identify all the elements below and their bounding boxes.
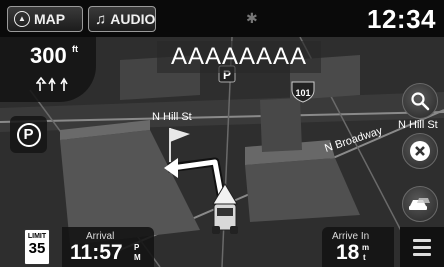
- traffic-button[interactable]: [402, 186, 438, 222]
- bluetooth-icon: ✱: [246, 10, 258, 26]
- maneuver-distance-unit: ft: [72, 44, 78, 54]
- street-label: N Hill St: [398, 119, 438, 131]
- arrival-time-panel[interactable]: Arrival 11:57 P M: [62, 227, 154, 267]
- map-button[interactable]: ▲ MAP: [7, 6, 83, 32]
- street-label: N Hill St: [152, 111, 192, 123]
- audio-button[interactable]: ♫ AUDIO: [88, 6, 156, 32]
- parking-icon: P: [16, 122, 41, 147]
- clock: 12:34: [367, 4, 436, 34]
- status-bar: ▲ MAP ♫ AUDIO ✱ 12:34: [0, 0, 444, 37]
- arrival-time: 11:57: [70, 241, 123, 264]
- cancel-route-icon: [410, 141, 430, 161]
- bottom-bar: LIMIT 35 Arrival 11:57 P M Arrive In 18 …: [0, 227, 444, 267]
- maneuver-distance: 300: [30, 43, 67, 68]
- navigation-screen: P 101 N Hill St N Hill St N Broadway ▲ M…: [0, 0, 444, 267]
- music-note-icon: ♫: [95, 10, 107, 28]
- highway-shield-number: 101: [295, 88, 310, 98]
- arrival-suffix-bottom: M: [134, 253, 141, 262]
- arrive-in-panel[interactable]: Arrive In 18 m t: [322, 227, 394, 267]
- menu-icon-line: [413, 245, 431, 249]
- arrive-in-suffix-top: m: [362, 243, 370, 252]
- building: [260, 98, 302, 152]
- menu-icon-line: [413, 252, 431, 256]
- menu-button[interactable]: [400, 227, 444, 267]
- lane-guidance-icon: [36, 76, 68, 91]
- menu-icon: [413, 238, 431, 242]
- traffic-icon: [409, 198, 430, 210]
- parking-button[interactable]: P: [10, 116, 47, 153]
- cancel-route-button[interactable]: [402, 133, 438, 169]
- audio-button-label: AUDIO: [110, 11, 156, 27]
- arrival-suffix-top: P: [134, 243, 140, 252]
- arrive-in-suffix-bottom: t: [363, 253, 366, 262]
- compass-icon: ▲: [14, 11, 30, 27]
- speed-limit-sign: LIMIT 35: [24, 229, 50, 265]
- arrive-in-value: 18: [336, 241, 360, 264]
- speed-limit-value: 35: [28, 240, 46, 257]
- maneuver-panel[interactable]: 300 ft: [0, 37, 96, 102]
- next-street-name: AAAAAAAA: [156, 41, 322, 73]
- speed-limit-label: LIMIT: [27, 233, 47, 240]
- search-button[interactable]: [402, 83, 438, 119]
- search-icon: [411, 92, 430, 111]
- map-button-label: MAP: [34, 11, 66, 27]
